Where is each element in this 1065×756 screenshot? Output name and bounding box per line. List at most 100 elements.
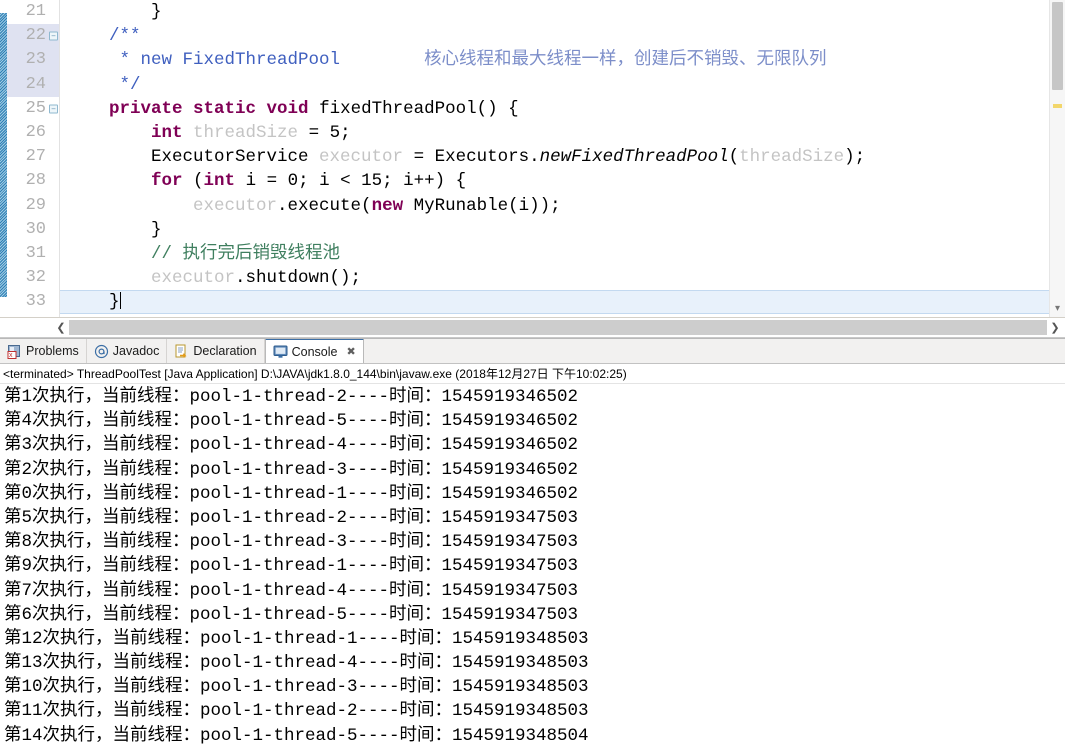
line-number[interactable]: 21	[7, 0, 59, 24]
code-token: (	[728, 147, 740, 168]
code-token: .shutdown();	[235, 268, 362, 289]
code-text-area[interactable]: } /** * new FixedThreadPool 核心线程和最大线程一样，…	[60, 0, 1049, 317]
code-token: fixedThreadPool() {	[319, 98, 519, 119]
code-token: threadSize	[193, 122, 299, 143]
line-number[interactable]: 34	[7, 314, 59, 317]
code-token: = Executors.	[403, 147, 540, 168]
bottom-view-panel: x Problems Javadoc Declaration Console ✖ <ter…	[0, 338, 1065, 756]
tab-problems[interactable]: x Problems	[0, 339, 87, 363]
code-token: MyRunable(i));	[413, 195, 561, 216]
line-number[interactable]: 27	[7, 145, 59, 169]
console-line: 第13次执行，当前线程：pool-1-thread-4----时间：154591…	[4, 653, 589, 674]
line-number-label: 22	[25, 26, 46, 46]
annotation-marker[interactable]	[1053, 104, 1062, 108]
code-line[interactable]: * new FixedThreadPool 核心线程和最大线程一样，创建后不销毁…	[60, 48, 1049, 72]
scroll-left-icon[interactable]	[53, 319, 69, 336]
code-line[interactable]: /**	[60, 314, 1049, 317]
line-number[interactable]: 32	[7, 266, 59, 290]
line-number[interactable]: 23	[7, 48, 59, 73]
close-icon[interactable]: ✖	[346, 345, 355, 358]
code-token: (	[193, 171, 204, 192]
code-line[interactable]: }	[60, 0, 1049, 24]
line-number-label: 21	[25, 2, 46, 21]
code-token: executor	[151, 268, 236, 289]
fold-collapse-icon[interactable]	[49, 104, 58, 114]
line-number[interactable]: 30	[7, 218, 59, 242]
line-number-label: 23	[25, 50, 46, 70]
line-number[interactable]: 24	[7, 72, 59, 97]
editor-horizontal-scrollbar[interactable]	[0, 318, 1065, 338]
code-token: private static void	[109, 98, 320, 119]
code-token: int	[203, 171, 246, 192]
code-line[interactable]: }	[60, 218, 1049, 242]
fold-collapse-icon[interactable]	[49, 31, 58, 41]
code-line[interactable]: executor.execute(new MyRunable(i));	[60, 194, 1049, 218]
code-line[interactable]: int threadSize = 5;	[60, 121, 1049, 145]
editor-vertical-scrollbar[interactable]	[1049, 0, 1065, 317]
code-token: 核心线程和最大线程一样，创建后不销毁、无限队列	[424, 50, 827, 71]
code-line[interactable]: // 执行完后销毁线程池	[60, 242, 1049, 266]
line-number-gutter[interactable]: 21 22 23 24 25 26 27 28 29 30 31 32 33 34	[7, 0, 59, 317]
line-number[interactable]: 26	[7, 121, 59, 145]
line-number-label: 24	[25, 74, 46, 94]
horizontal-scrollbar-thumb[interactable]	[69, 320, 1047, 335]
tab-label: Javadoc	[112, 344, 160, 358]
console-launch-status: <terminated> ThreadPoolTest [Java Applic…	[0, 364, 1065, 384]
console-icon	[273, 344, 288, 359]
line-number[interactable]: 22	[7, 24, 59, 49]
declaration-icon	[174, 344, 189, 359]
line-number[interactable]: 29	[7, 194, 59, 218]
code-token: = 5;	[298, 122, 351, 143]
code-line[interactable]: private static void fixedThreadPool() {	[60, 97, 1049, 121]
console-line: 第0次执行，当前线程：pool-1-thread-1----时间：1545919…	[4, 483, 579, 504]
line-number-label: 33	[25, 292, 46, 312]
console-line: 第2次执行，当前线程：pool-1-thread-3----时间：1545919…	[4, 459, 579, 480]
console-line: 第8次执行，当前线程：pool-1-thread-3----时间：1545919…	[4, 532, 579, 553]
line-number[interactable]: 31	[7, 242, 59, 266]
code-line[interactable]: ExecutorService executor = Executors.new…	[60, 145, 1049, 169]
vertical-scrollbar-thumb[interactable]	[1052, 2, 1063, 90]
code-line[interactable]: */	[60, 73, 1049, 97]
line-number-label: 34	[26, 316, 46, 317]
tab-label: Console	[291, 344, 338, 359]
code-token: // 执行完后销毁线程池	[151, 243, 341, 264]
line-number[interactable]: 33	[7, 290, 59, 314]
code-token: }	[67, 292, 120, 313]
view-tab-bar[interactable]: x Problems Javadoc Declaration Console ✖	[0, 339, 1065, 364]
console-output[interactable]: 第1次执行，当前线程：pool-1-thread-2----时间：1545919…	[0, 384, 1065, 756]
line-number-label: 30	[25, 219, 46, 239]
eclipse-ide-window: 21 22 23 24 25 26 27 28 29 30 31 32 33 34 } /** * new…	[0, 0, 1065, 756]
tab-javadoc[interactable]: Javadoc	[86, 339, 168, 363]
line-number[interactable]: 25	[7, 97, 59, 121]
console-line: 第7次执行，当前线程：pool-1-thread-4----时间：1545919…	[4, 580, 579, 601]
code-token: .execute(	[277, 195, 372, 216]
console-line: 第12次执行，当前线程：pool-1-thread-1----时间：154591…	[4, 628, 589, 649]
line-number-label: 25	[25, 98, 46, 118]
code-token: newFixedThreadPool	[539, 147, 729, 168]
problems-icon: x	[7, 344, 22, 359]
change-indicator-bar	[0, 0, 7, 317]
console-line: 第5次执行，当前线程：pool-1-thread-2----时间：1545919…	[4, 507, 579, 528]
line-number[interactable]: 28	[7, 169, 59, 193]
code-token: * new FixedThreadPool	[67, 50, 341, 71]
code-token: int	[151, 122, 194, 143]
console-line: 第1次执行，当前线程：pool-1-thread-2----时间：1545919…	[4, 387, 579, 407]
line-number-label: 32	[25, 268, 46, 288]
console-line: 第9次执行，当前线程：pool-1-thread-1----时间：1545919…	[4, 556, 579, 577]
horizontal-scrollbar-track[interactable]	[69, 320, 1047, 335]
code-line[interactable]: executor.shutdown();	[60, 266, 1049, 290]
code-line[interactable]: for (int i = 0; i < 15; i++) {	[60, 169, 1049, 193]
line-number-label: 26	[25, 122, 46, 142]
scroll-down-icon[interactable]	[1050, 304, 1065, 314]
scroll-right-icon[interactable]	[1047, 319, 1063, 336]
java-source-editor[interactable]: 21 22 23 24 25 26 27 28 29 30 31 32 33 34 } /** * new…	[0, 0, 1065, 318]
tab-declaration[interactable]: Declaration	[167, 339, 265, 363]
code-token: executor	[319, 147, 404, 168]
code-line[interactable]: }	[60, 290, 1049, 315]
code-line[interactable]: /**	[60, 24, 1049, 48]
tab-console[interactable]: Console ✖	[264, 339, 364, 363]
